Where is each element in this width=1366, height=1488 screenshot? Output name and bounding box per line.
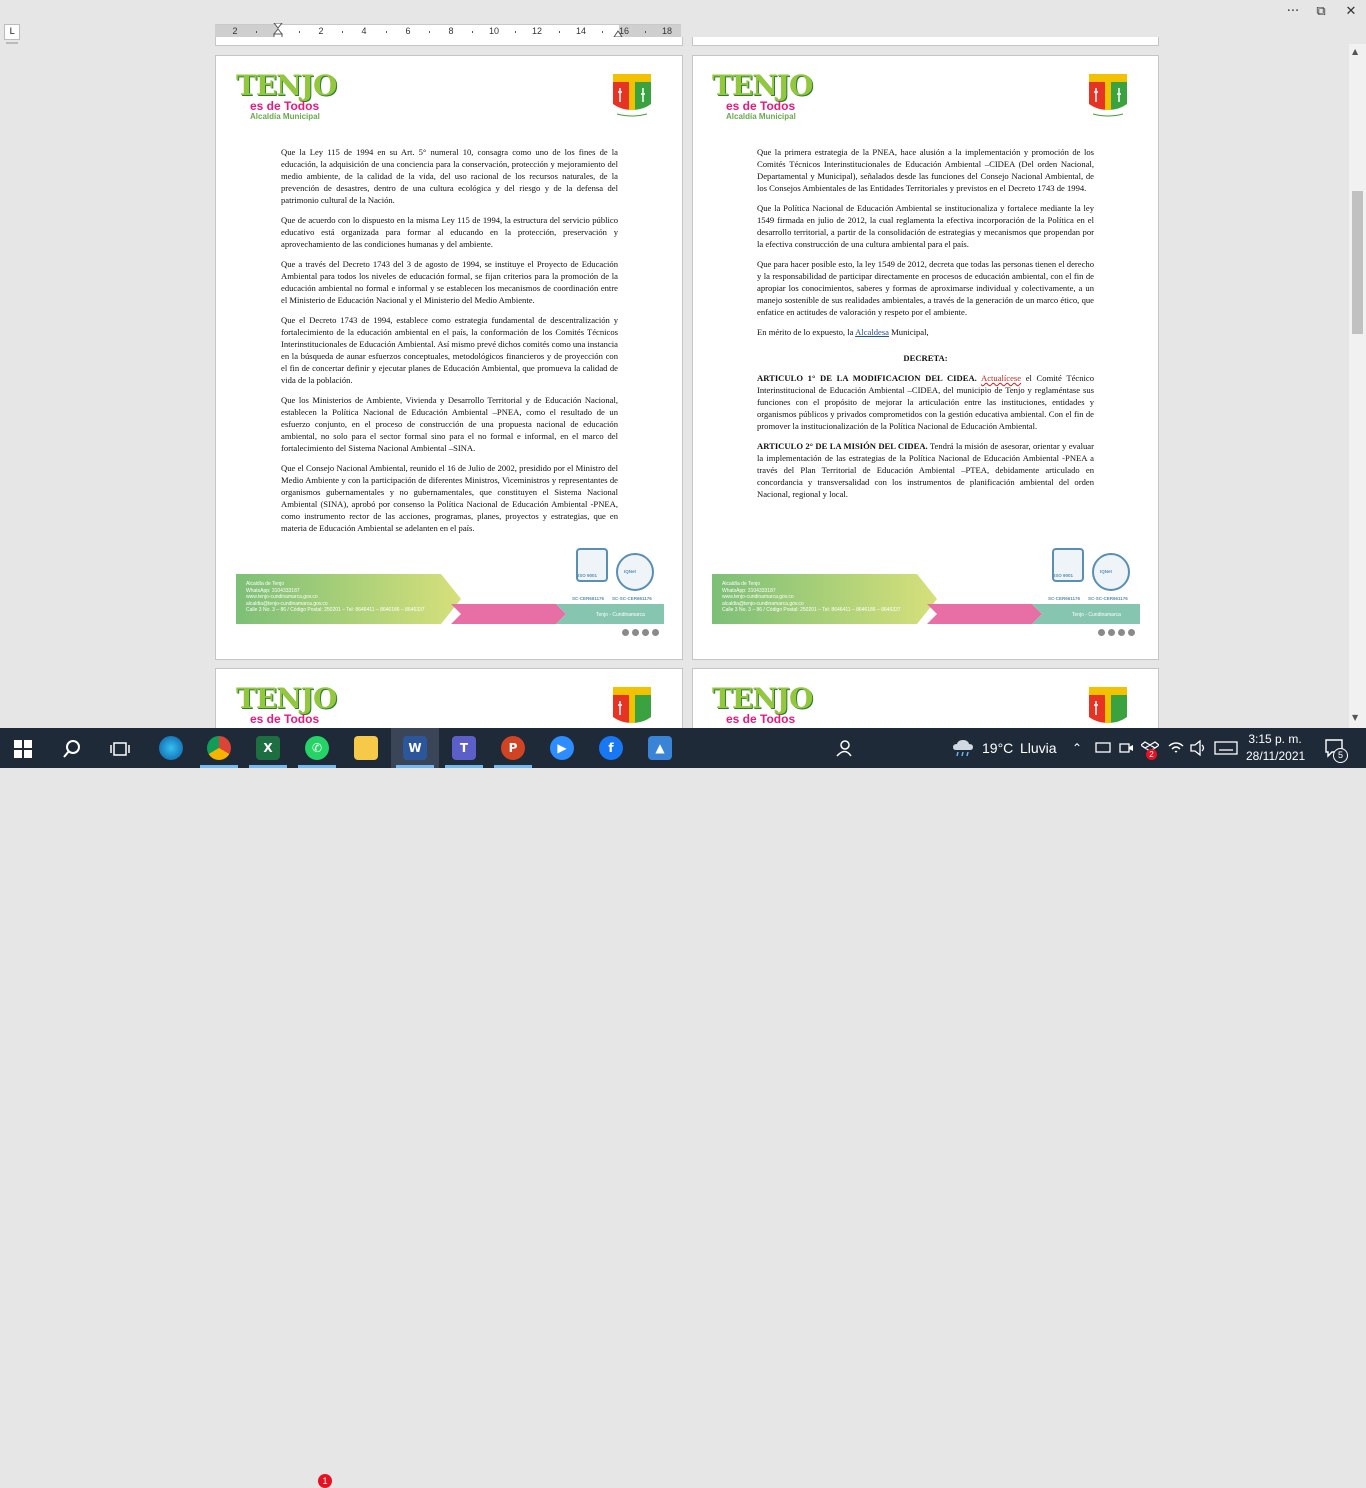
footer-contact: Alcaldía de Tenjo WhatsApp: 3104333187 www… [246, 581, 425, 613]
task-view-icon[interactable] [110, 740, 130, 758]
article-2: ARTICULO 2° DE LA MISIÓN DEL CIDEA. Tend… [757, 441, 1094, 499]
footer-location: Tenjo - Cundinamarca [1072, 612, 1121, 618]
spelling-error-word[interactable]: Actualícese [981, 373, 1021, 383]
weather-desc[interactable]: Lluvia [1020, 728, 1057, 768]
paragraph: Que el Consejo Nacional Ambiental, reuni… [281, 463, 618, 533]
clock-date: 28/11/2021 [1246, 749, 1306, 763]
youtube-icon [1118, 629, 1125, 636]
meet-now-icon[interactable] [1118, 741, 1134, 755]
facebook-icon[interactable]: f [599, 736, 623, 760]
keyboard-icon[interactable] [1214, 741, 1238, 755]
page2-body[interactable]: Que la primera estrategia de la PNEA, ha… [757, 146, 1094, 508]
volume-icon[interactable] [1190, 740, 1208, 756]
tenjo-logo: TENJO es de Todos Alcaldía Municipal [712, 69, 813, 122]
restore-window-button[interactable]: ⧉ [1307, 0, 1335, 22]
page1-body[interactable]: Que la Ley 115 de 1994 en su Art. 5° num… [281, 146, 618, 542]
windows-start-icon[interactable] [14, 740, 32, 758]
close-window-button[interactable]: ✕ [1337, 0, 1365, 22]
photos-icon[interactable]: ▲ [648, 736, 672, 760]
footer-location: Tenjo - Cundinamarca [596, 612, 645, 618]
decreta-heading: DECRETA: [903, 353, 948, 363]
alcaldesa-word: Alcaldesa [855, 327, 889, 337]
paragraph: Que los Ministerios de Ambiente, Viviend… [281, 395, 618, 453]
paragraph: Que la Política Nacional de Educación Am… [757, 203, 1094, 249]
taskbar: X ✆ 1 W T P ▶ f ▲ 19°C Lluvia ⌃ 2 3:15 p… [0, 728, 1366, 1488]
tenjo-shield-icon [613, 687, 651, 723]
excel-icon[interactable]: X [256, 736, 280, 760]
wifi-badge: 2 [1146, 749, 1157, 760]
facebook-icon [1108, 629, 1115, 636]
paragraph: Que para hacer posible esto, la ley 1549… [757, 259, 1094, 317]
wifi-icon[interactable] [1167, 740, 1185, 756]
title-strip [0, 0, 1366, 22]
scroll-up-arrow-icon[interactable]: ▲ [1352, 47, 1358, 56]
edge-icon[interactable] [159, 736, 183, 760]
word-icon[interactable]: W [403, 736, 427, 760]
ruler-divider [6, 42, 18, 44]
vertical-scrollbar[interactable]: ▲ ▼ [1349, 44, 1366, 728]
whatsapp-badge: 1 [318, 1474, 332, 1488]
tenjo-logo: TENJO es de Todos [712, 682, 813, 726]
facebook-icon [632, 629, 639, 636]
previous-page-edge [215, 37, 683, 46]
twitter-icon [1128, 629, 1135, 636]
tenjo-shield-icon [1089, 74, 1127, 117]
tenjo-shield-icon [613, 74, 651, 117]
powerpoint-icon[interactable]: P [501, 736, 525, 760]
paragraph: Que la primera estrategia de la PNEA, ha… [757, 147, 1094, 193]
system-clock[interactable]: 3:15 p. m. 28/11/2021 [1246, 731, 1306, 765]
merito-paragraph: En mérito de lo expuesto, la Alcaldesa M… [757, 327, 929, 337]
tenjo-logo: TENJO es de Todos [236, 682, 337, 726]
tenjo-shield-icon [1089, 687, 1127, 723]
previous-page-edge [692, 37, 1159, 46]
instagram-icon [1098, 629, 1105, 636]
weather-temp[interactable]: 19°C [982, 728, 1013, 768]
paragraph: Que de acuerdo con lo dispuesto en la mi… [281, 215, 618, 249]
clock-time: 3:15 p. m. [1248, 732, 1302, 746]
youtube-icon [642, 629, 649, 636]
scrollbar-thumb[interactable] [1352, 191, 1363, 334]
instagram-icon [622, 629, 629, 636]
twitter-icon [652, 629, 659, 636]
file-explorer-icon[interactable] [354, 736, 378, 760]
paragraph: Que la Ley 115 de 1994 en su Art. 5° num… [281, 147, 618, 205]
chevron-up-icon[interactable]: ⌃ [1072, 728, 1082, 768]
zoom-icon[interactable]: ▶ [550, 736, 574, 760]
network-drive-icon[interactable] [1094, 741, 1112, 755]
teams-icon[interactable]: T [452, 736, 476, 760]
document-page[interactable]: TENJO es de Todos Alcaldía Municipal Que… [692, 55, 1159, 660]
document-page[interactable]: TENJO es de Todos Alcaldía Municipal Que… [215, 55, 683, 660]
whatsapp-icon[interactable]: ✆ [305, 736, 329, 760]
paragraph: Que a través del Decreto 1743 del 3 de a… [281, 259, 618, 305]
paragraph: Que el Decreto 1743 de 1994, establece c… [281, 315, 618, 385]
people-icon[interactable] [834, 739, 852, 757]
footer-contact: Alcaldía de Tenjo WhatsApp: 3104333187 www… [722, 581, 901, 613]
article-1: ARTICULO 1° DE LA MODIFICACION DEL CIDEA… [757, 373, 1095, 431]
tenjo-logo: TENJO es de Todos Alcaldía Municipal [236, 69, 337, 122]
scroll-down-arrow-icon[interactable]: ▼ [1352, 713, 1358, 722]
more-options-button[interactable]: ··· [1279, 0, 1307, 22]
notification-count: 5 [1333, 748, 1348, 763]
rain-cloud-icon[interactable] [951, 738, 975, 758]
tab-selector-button[interactable]: L [4, 24, 20, 40]
chrome-icon[interactable] [207, 736, 231, 760]
search-icon[interactable] [62, 739, 82, 759]
